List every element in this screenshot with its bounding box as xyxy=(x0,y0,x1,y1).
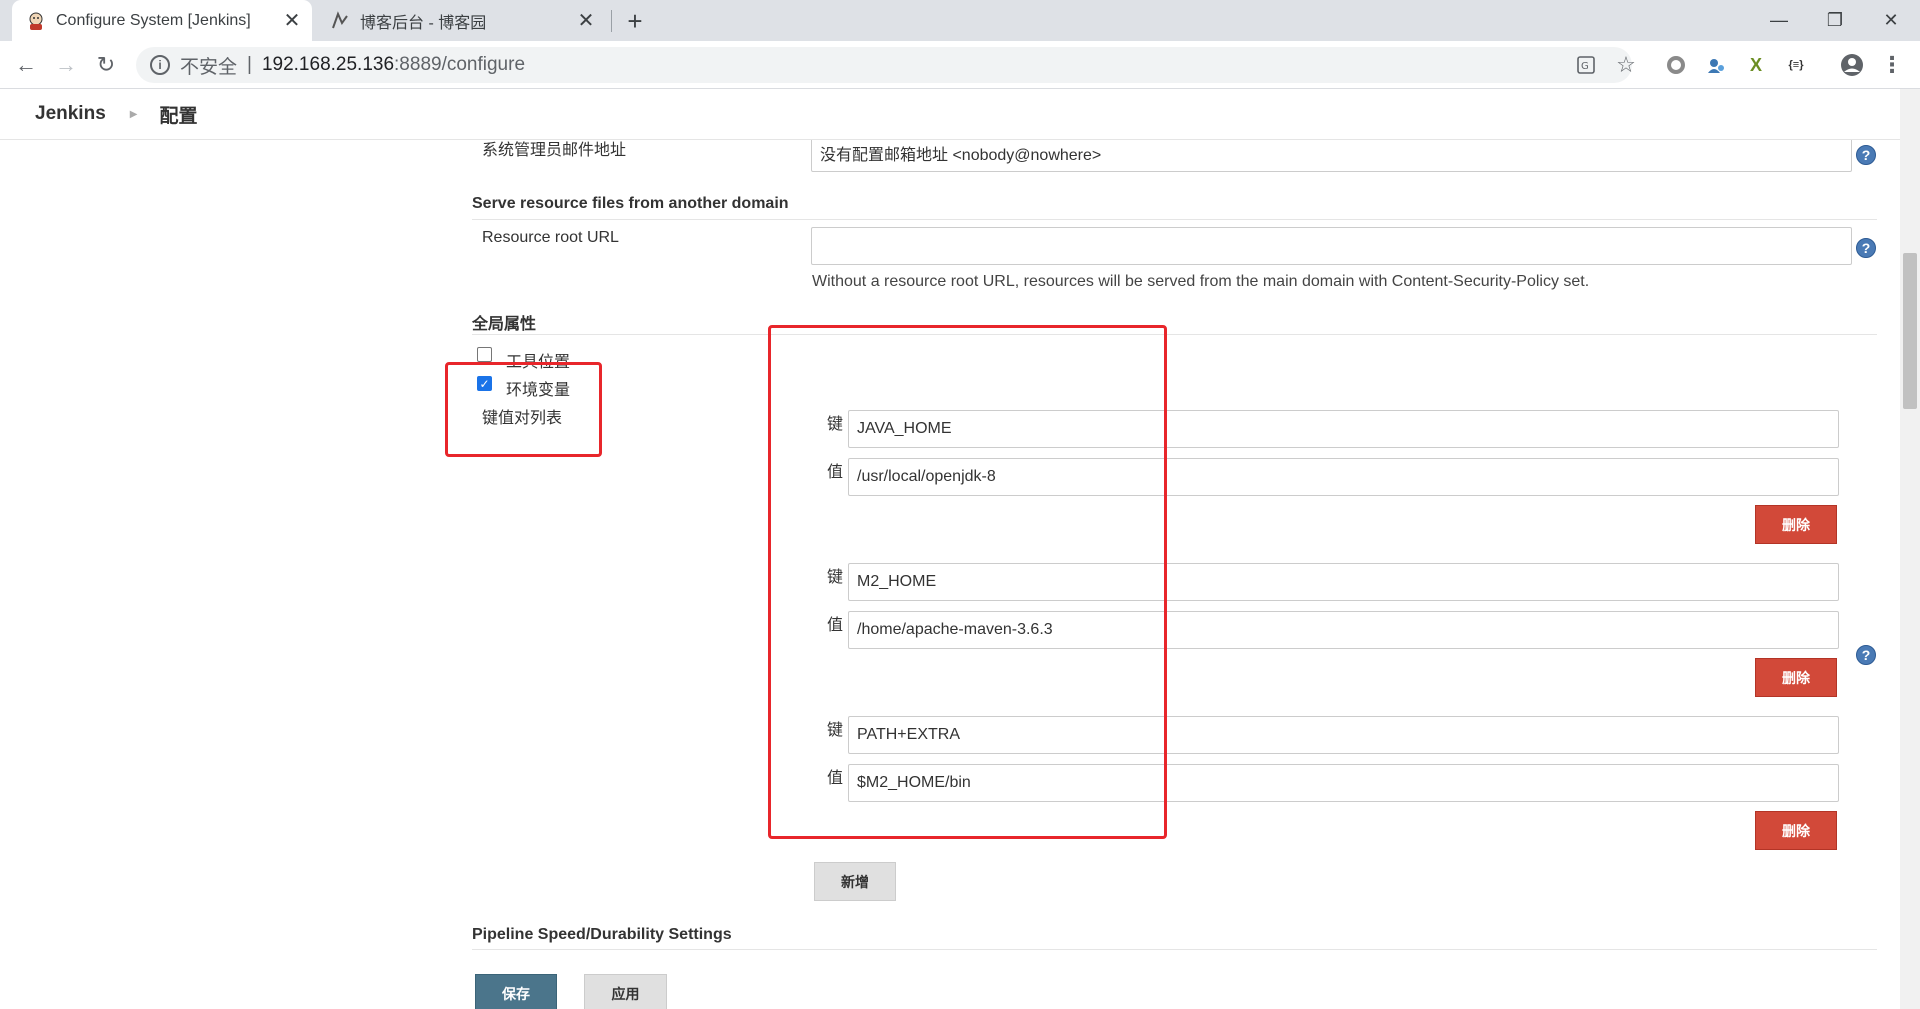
info-icon[interactable]: i xyxy=(150,55,170,75)
config-form: 系统管理员邮件地址 没有配置邮箱地址 <nobody@nowhere> ? Se… xyxy=(0,140,1900,1009)
close-window-icon[interactable]: ✕ xyxy=(1863,0,1919,41)
scrollbar-thumb[interactable] xyxy=(1903,253,1917,409)
close-tab-icon[interactable]: ✕ xyxy=(574,9,598,33)
admin-email-label: 系统管理员邮件地址 xyxy=(482,142,627,159)
reload-icon[interactable]: ↻ xyxy=(90,49,122,81)
apply-button[interactable]: 应用 xyxy=(584,974,667,1009)
resource-root-url-hint: Without a resource root URL, resources w… xyxy=(812,273,1590,290)
save-button[interactable]: 保存 xyxy=(475,974,557,1009)
minimize-icon[interactable]: — xyxy=(1751,0,1807,41)
delete-entry-button[interactable]: 删除 xyxy=(1755,811,1837,850)
tab-cnblogs[interactable]: 博客后台 - 博客园 ✕ xyxy=(316,0,606,41)
extension-circle-icon[interactable] xyxy=(1660,49,1692,81)
admin-email-input[interactable]: 没有配置邮箱地址 <nobody@nowhere> xyxy=(811,140,1852,172)
address-divider: | xyxy=(247,54,252,75)
security-label: 不安全 xyxy=(180,56,238,78)
translate-icon[interactable]: G xyxy=(1570,49,1602,81)
url-path: :8889/configure xyxy=(394,54,526,75)
page-scrollbar[interactable] xyxy=(1900,89,1920,1009)
annotation-box-entries xyxy=(768,325,1167,839)
tab-jenkins-configure[interactable]: Configure System [Jenkins] ✕ xyxy=(12,0,312,41)
forward-icon[interactable]: → xyxy=(50,49,82,81)
address-bar[interactable]: i 不安全 | 192.168.25.136 :8889/configure xyxy=(136,47,1632,83)
browser-tab-bar: Configure System [Jenkins] ✕ 博客后台 - 博客园 … xyxy=(0,0,1920,41)
menu-kebab-icon[interactable]: ⋮ xyxy=(1876,49,1908,81)
help-icon[interactable]: ? xyxy=(1856,145,1876,165)
tab-title: Configure System [Jenkins] xyxy=(56,11,251,29)
browser-toolbar: ← → ↻ i 不安全 | 192.168.25.136 :8889/confi… xyxy=(0,41,1920,89)
profile-avatar-icon[interactable] xyxy=(1836,49,1868,81)
breadcrumb-arrow-icon: ▶ xyxy=(129,108,138,120)
annotation-box-env-vars xyxy=(445,362,602,457)
bookmark-star-icon[interactable]: ☆ xyxy=(1610,49,1642,81)
breadcrumb-jenkins-link[interactable]: Jenkins xyxy=(35,103,106,125)
delete-entry-button[interactable]: 删除 xyxy=(1755,658,1837,697)
url-host: 192.168.25.136 xyxy=(261,54,395,75)
section-divider xyxy=(472,949,1877,950)
tab-title: 博客后台 - 博客园 xyxy=(360,14,487,32)
extension-person-icon[interactable] xyxy=(1700,49,1732,81)
json-viewer-icon[interactable]: {≡} xyxy=(1780,49,1812,81)
back-icon[interactable]: ← xyxy=(10,49,42,81)
help-icon[interactable]: ? xyxy=(1856,238,1876,258)
resource-root-url-label: Resource root URL xyxy=(482,229,619,246)
help-icon[interactable]: ? xyxy=(1856,645,1876,665)
section-divider xyxy=(472,219,1877,220)
tool-locations-checkbox[interactable] xyxy=(477,347,492,362)
svg-text:G: G xyxy=(1581,61,1589,72)
close-tab-icon[interactable]: ✕ xyxy=(280,9,304,33)
maximize-icon[interactable]: ❐ xyxy=(1807,0,1863,41)
add-entry-button[interactable]: 新增 xyxy=(814,862,896,901)
new-tab-icon[interactable]: + xyxy=(620,6,650,36)
jenkins-icon xyxy=(26,11,46,31)
resource-section-header: Serve resource files from another domain xyxy=(472,195,789,212)
cnblogs-icon xyxy=(330,10,350,31)
pipeline-section-header: Pipeline Speed/Durability Settings xyxy=(472,926,732,943)
section-divider xyxy=(472,334,1877,335)
global-properties-header: 全局属性 xyxy=(472,316,537,333)
tab-separator xyxy=(611,10,612,32)
resource-root-url-input[interactable] xyxy=(811,227,1852,265)
delete-entry-button[interactable]: 删除 xyxy=(1755,505,1837,544)
breadcrumb-current[interactable]: 配置 xyxy=(159,101,197,128)
extension-x-icon[interactable]: X xyxy=(1740,49,1772,81)
breadcrumb: Jenkins ▶ 配置 xyxy=(0,89,1920,140)
